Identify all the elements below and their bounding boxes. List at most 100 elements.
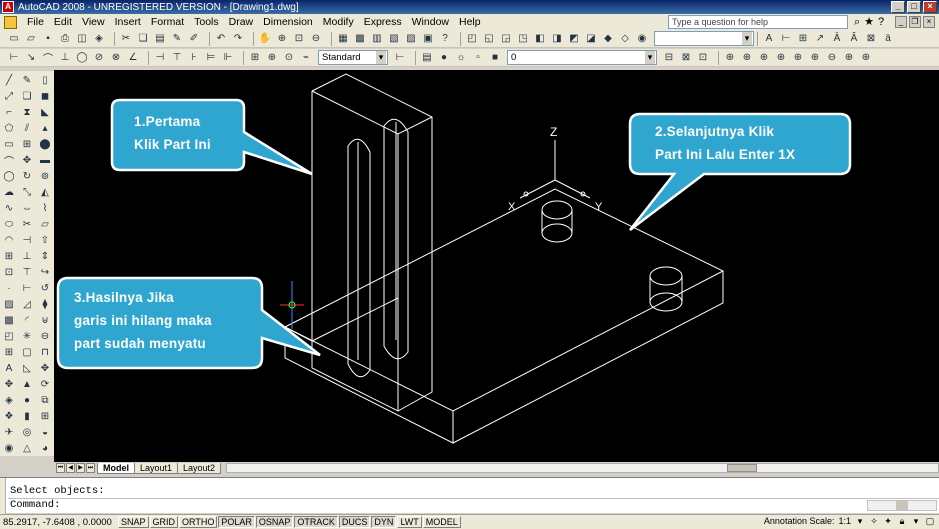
next-tab-icon[interactable]: ▶ — [76, 463, 85, 473]
zoom-previous-icon[interactable]: ⊖ — [308, 31, 324, 47]
construction-line-icon[interactable]: ⤢ — [2, 89, 17, 104]
planar-surface-icon[interactable]: ▱ — [38, 217, 53, 232]
zoom-scale-icon[interactable]: ⊕ — [756, 50, 772, 66]
zoom-realtime-icon[interactable]: ⊕ — [274, 31, 290, 47]
osnap-toggle[interactable]: OSNAP — [255, 516, 294, 528]
menu-insert[interactable]: Insert — [110, 14, 146, 30]
dim-style-icon[interactable]: ⊢ — [392, 50, 408, 66]
region-icon[interactable]: ◰ — [2, 329, 17, 344]
layer-manager-icon[interactable]: ▤ — [419, 50, 435, 66]
multiline-text-icon[interactable]: Ā — [829, 31, 845, 47]
command-prompt[interactable]: Command: — [10, 499, 60, 512]
view-top-icon[interactable]: ◰ — [464, 31, 480, 47]
camera-icon[interactable]: ◉ — [634, 31, 650, 47]
box-icon[interactable]: ▢ — [20, 345, 35, 360]
polygon-icon[interactable]: ⬠ — [2, 121, 17, 136]
star-icon[interactable]: ★ — [864, 15, 874, 29]
minimize-button[interactable]: _ — [891, 1, 905, 13]
dim-space-icon[interactable]: ⊨ — [203, 50, 219, 66]
chamfer-icon[interactable]: ◿ — [20, 297, 35, 312]
zoom-in-icon[interactable]: ⊕ — [807, 50, 823, 66]
autocad-logo-icon[interactable]: A — [2, 1, 14, 13]
quick-dim-icon[interactable]: ⊣ — [152, 50, 168, 66]
layer-freeze-icon[interactable]: ☼ — [453, 50, 469, 66]
preview-icon[interactable]: ◫ — [74, 31, 90, 47]
leader-icon[interactable]: ↗ — [812, 31, 828, 47]
presspull-icon[interactable]: ⇕ — [38, 249, 53, 264]
layer-combo[interactable]: 0 — [507, 50, 657, 65]
sphere-solid-icon[interactable]: ⬤ — [38, 137, 53, 152]
first-tab-icon[interactable]: ⏮ — [56, 463, 65, 473]
table-draw-icon[interactable]: ⊞ — [2, 345, 17, 360]
sweep-icon[interactable]: ↪ — [38, 265, 53, 280]
text-icon[interactable]: A — [761, 31, 777, 47]
make-block-icon[interactable]: ⊡ — [2, 265, 17, 280]
tolerance-icon[interactable]: ⊞ — [247, 50, 263, 66]
tab-layout1[interactable]: Layout1 — [134, 462, 179, 474]
helix-icon[interactable]: ⌇ — [38, 201, 53, 216]
jogged-linear-icon[interactable]: ⌁ — [298, 50, 314, 66]
arc-icon[interactable]: ⌒ — [2, 153, 17, 168]
model-toggle[interactable]: MODEL — [422, 516, 461, 528]
save-icon[interactable]: ▪ — [40, 31, 56, 47]
paste-icon[interactable]: ▤ — [152, 31, 168, 47]
tab-layout2[interactable]: Layout2 — [177, 462, 222, 474]
dim-arc-icon[interactable]: ⌒ — [40, 50, 56, 66]
copy-object-icon[interactable]: ❏ — [20, 89, 35, 104]
dim-angular-icon[interactable]: ∠ — [125, 50, 141, 66]
menu-draw[interactable]: Draw — [224, 14, 259, 30]
view-left-icon[interactable]: ◲ — [498, 31, 514, 47]
menu-express[interactable]: Express — [359, 14, 407, 30]
properties-icon[interactable]: ▦ — [335, 31, 351, 47]
line-icon[interactable]: ╱ — [2, 73, 17, 88]
clean-screen-icon[interactable]: ▢ — [925, 516, 935, 526]
scale-icon[interactable]: ⤡ — [20, 185, 35, 200]
layer-lock-icon[interactable]: ▫ — [470, 50, 486, 66]
copy-icon[interactable]: ❏ — [135, 31, 151, 47]
view-sw-iso-icon[interactable]: ◩ — [566, 31, 582, 47]
menu-dimension[interactable]: Dimension — [258, 14, 318, 30]
scale-text-icon[interactable]: ä — [880, 31, 896, 47]
close-button[interactable]: × — [923, 1, 937, 13]
grid-toggle[interactable]: GRID — [149, 516, 179, 528]
vertical-plate[interactable] — [311, 73, 433, 412]
menu-help[interactable]: Help — [454, 14, 486, 30]
point-icon[interactable]: · — [2, 281, 17, 296]
calculator-icon[interactable]: ▣ — [420, 31, 436, 47]
hatch-icon[interactable]: ▨ — [2, 297, 17, 312]
polysolid-icon[interactable]: ▯ — [38, 73, 53, 88]
coordinate-readout[interactable]: 85.2917, -7.6408 , 0.0000 — [0, 517, 118, 528]
layer-color-icon[interactable]: ■ — [487, 50, 503, 66]
dim-break-icon[interactable]: ⊩ — [220, 50, 236, 66]
doc-restore-button[interactable]: ❐ — [909, 16, 921, 28]
sheet-set-icon[interactable]: ▧ — [386, 31, 402, 47]
3d-move-icon[interactable]: ✥ — [38, 361, 53, 376]
subtract-icon[interactable]: ⊖ — [38, 329, 53, 344]
revision-cloud-icon[interactable]: ☁ — [2, 185, 17, 200]
zoom-object-icon[interactable]: ⊕ — [790, 50, 806, 66]
help-icon[interactable]: ? — [878, 15, 884, 29]
print-icon[interactable]: ⎙ — [57, 31, 73, 47]
make-current-layer-icon[interactable]: ⊟ — [661, 50, 677, 66]
box-solid-icon[interactable]: ◼ — [38, 89, 53, 104]
tab-model[interactable]: Model — [97, 462, 135, 474]
gradient-icon[interactable]: ▩ — [2, 313, 17, 328]
pyramid-solid-icon[interactable]: ◭ — [38, 185, 53, 200]
center-mark-icon[interactable]: ⊕ — [264, 50, 280, 66]
fly-icon[interactable]: ✈ — [2, 425, 17, 440]
ellipse-icon[interactable]: ⬭ — [2, 217, 17, 232]
zoom-out-icon[interactable]: ⊖ — [824, 50, 840, 66]
orbit-icon[interactable]: ✥ — [2, 377, 17, 392]
hole-2-top[interactable] — [649, 266, 683, 286]
inspection-icon[interactable]: ⊙ — [281, 50, 297, 66]
sphere-icon[interactable]: ● — [20, 393, 35, 408]
layer-states-icon[interactable]: ⊡ — [695, 50, 711, 66]
zoom-extents-icon[interactable]: ⊕ — [858, 50, 874, 66]
3d-align-icon[interactable]: ⧉ — [38, 393, 53, 408]
ducs-toggle[interactable]: DUCS — [338, 516, 371, 528]
status-menu-icon[interactable]: ▾ — [911, 516, 921, 526]
wedge-icon[interactable]: ◺ — [20, 361, 35, 376]
lock-icon[interactable]: 🔒︎ — [897, 516, 907, 526]
edit-text-icon[interactable]: Â — [846, 31, 862, 47]
view-se-iso-icon[interactable]: ◪ — [583, 31, 599, 47]
